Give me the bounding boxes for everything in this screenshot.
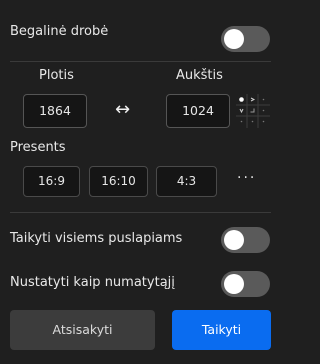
width-label: Plotis — [39, 68, 74, 83]
preset-4-3[interactable]: 4:3 — [156, 166, 217, 197]
canvas-size-panel: Begalinė drobė Plotis Aukštis 1864 ↔ 102… — [0, 0, 281, 364]
seamless-canvas-label: Begalinė drobė — [10, 24, 109, 39]
apply-button[interactable]: Taikyti — [172, 310, 271, 350]
height-label: Aukštis — [176, 68, 223, 83]
toggle-knob — [224, 274, 244, 294]
swap-dimensions-icon[interactable]: ↔ — [115, 99, 130, 120]
apply-all-pages-toggle[interactable] — [221, 227, 270, 253]
toggle-knob — [224, 230, 244, 250]
toggle-knob — [224, 29, 244, 49]
preset-16-10[interactable]: 16:10 — [89, 166, 148, 197]
width-input[interactable]: 1864 — [23, 94, 87, 128]
seamless-canvas-toggle[interactable] — [221, 26, 270, 52]
set-default-toggle[interactable] — [221, 271, 270, 297]
cancel-button[interactable]: Atsisakyti — [10, 310, 155, 350]
anchor-grid-icon[interactable] — [236, 94, 270, 128]
presets-label: Presents — [10, 140, 66, 155]
set-default-label: Nustatyti kaip numatytąjį — [10, 275, 175, 290]
preset-16-9[interactable]: 16:9 — [23, 166, 80, 197]
height-input[interactable]: 1024 — [166, 94, 230, 128]
more-presets-icon[interactable]: ··· — [237, 170, 256, 186]
divider — [10, 61, 271, 62]
apply-all-pages-label: Taikyti visiems puslapiams — [10, 231, 183, 246]
divider — [10, 212, 271, 213]
